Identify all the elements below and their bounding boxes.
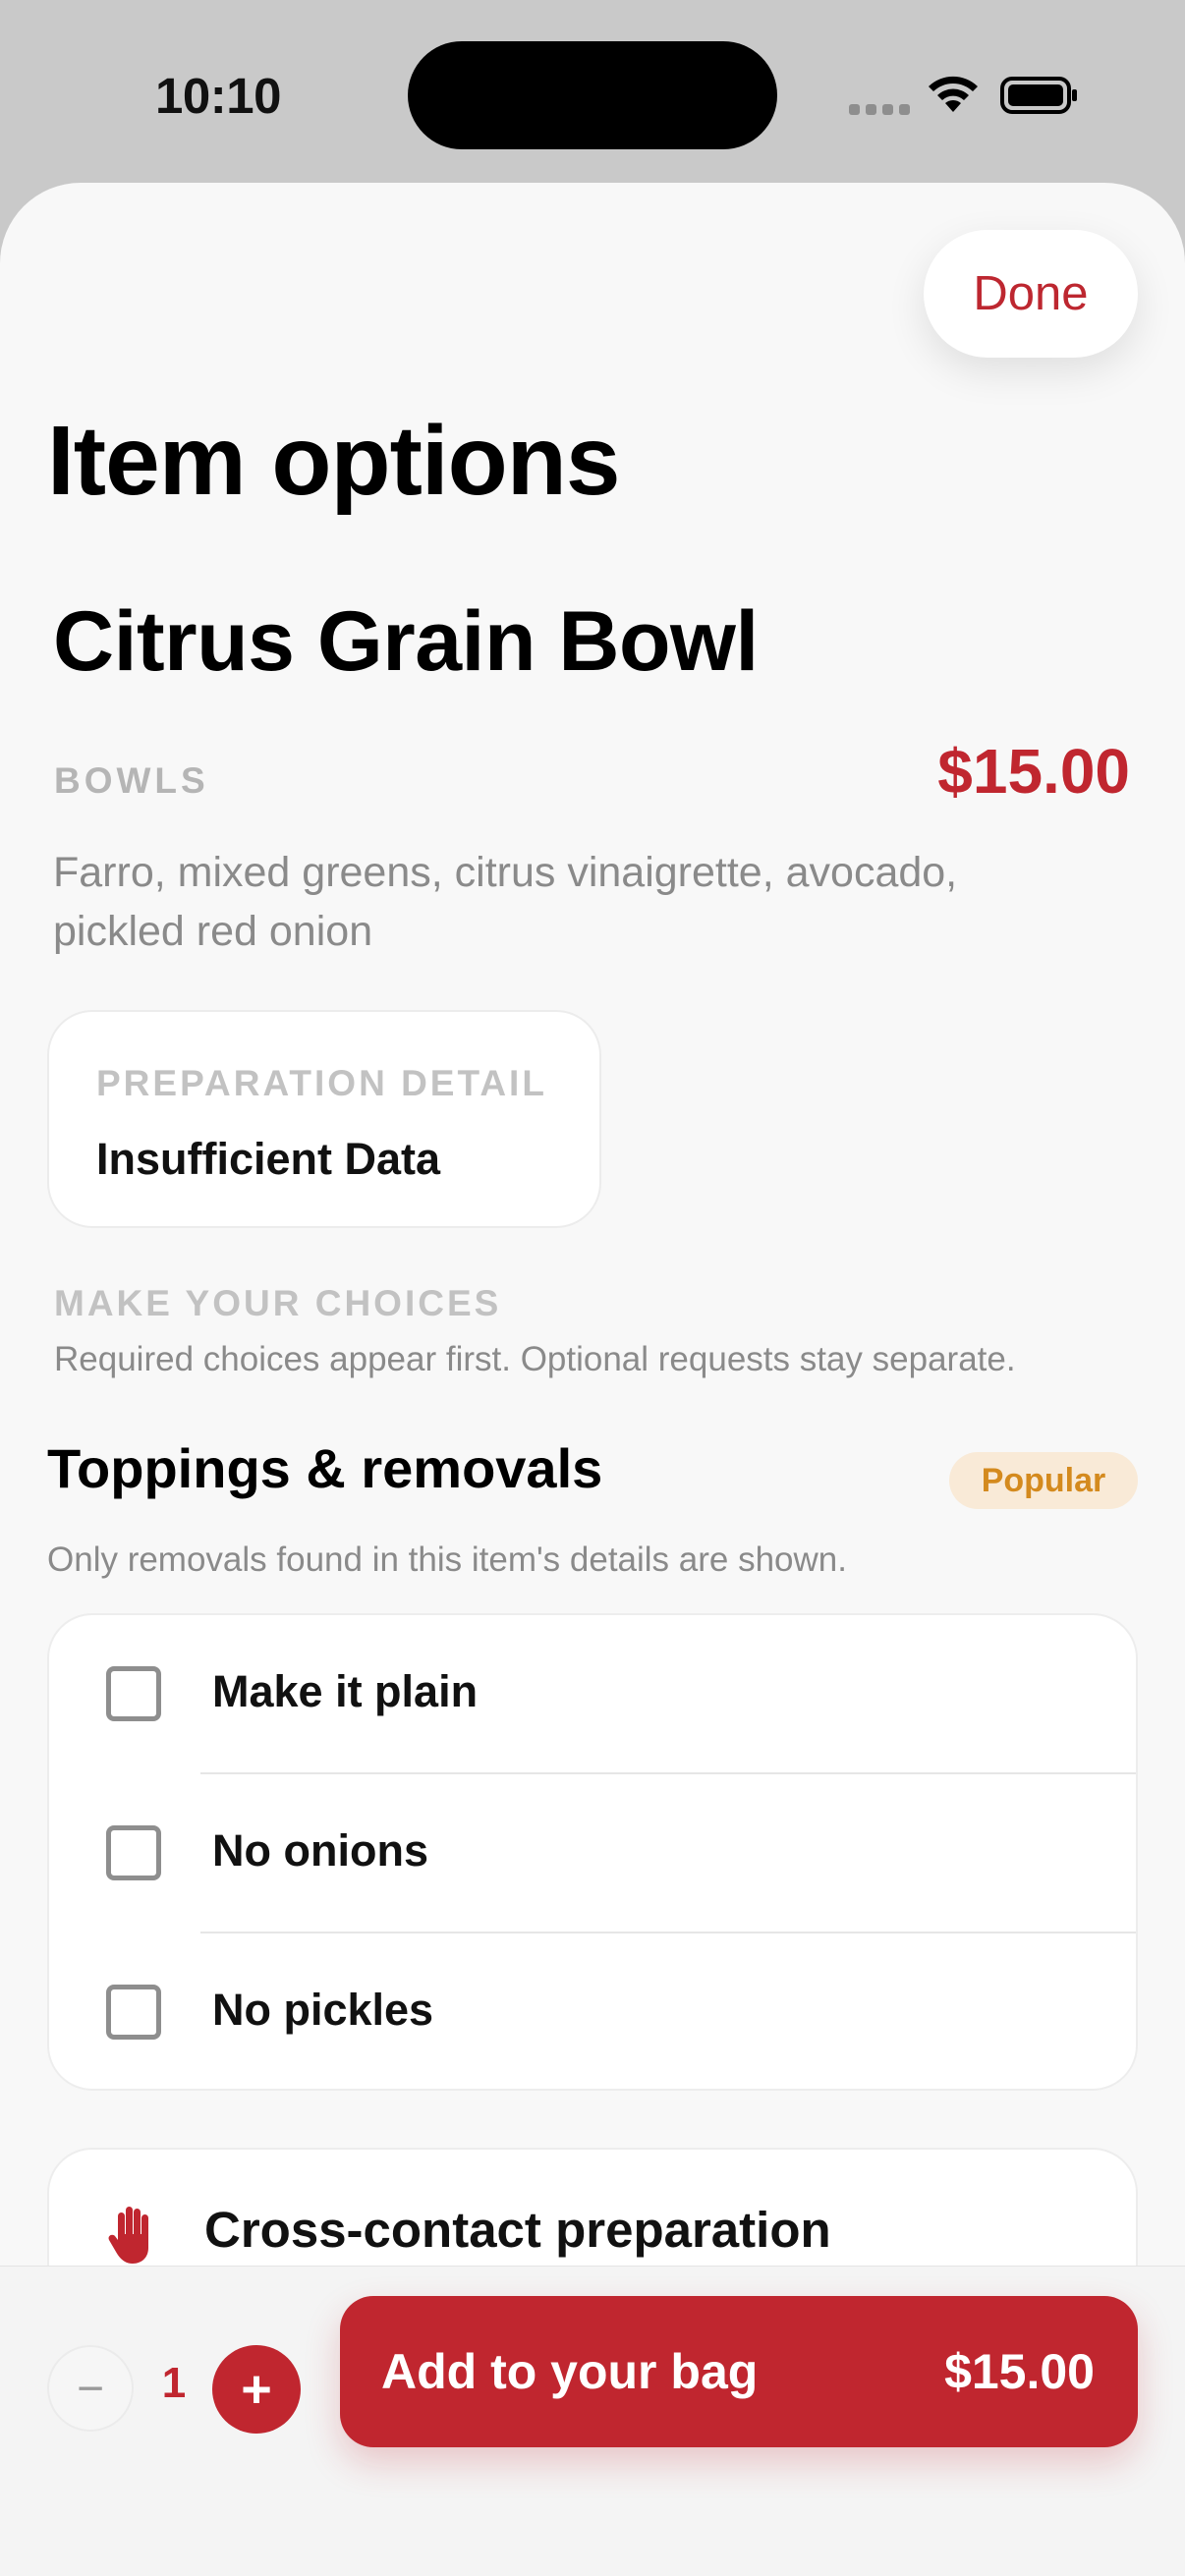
toppings-subtitle: Only removals found in this item's detai… xyxy=(47,1540,847,1579)
increase-quantity-button[interactable]: + xyxy=(212,2345,301,2434)
checkbox[interactable] xyxy=(106,1985,161,2040)
option-no-onions[interactable]: No onions xyxy=(49,1774,1136,1933)
choices-heading: MAKE YOUR CHOICES xyxy=(54,1283,502,1323)
quantity-value: 1 xyxy=(161,2359,187,2407)
toppings-section-title: Toppings & removals xyxy=(47,1437,603,1499)
item-name: Citrus Grain Bowl xyxy=(53,594,759,689)
wifi-icon xyxy=(929,76,978,112)
option-no-pickles[interactable]: No pickles xyxy=(49,1933,1136,2089)
option-label: No onions xyxy=(212,1825,428,1876)
cross-contact-label: Cross-contact preparation xyxy=(204,2202,831,2258)
add-to-bag-label: Add to your bag xyxy=(381,2344,759,2399)
checkbox[interactable] xyxy=(106,1666,161,1721)
option-label: No pickles xyxy=(212,1985,434,2035)
bottom-action-bar: − 1 + Add to your bag $15.00 xyxy=(0,2266,1185,2576)
preparation-detail-label: PREPARATION DETAIL xyxy=(96,1063,547,1103)
cellular-signal-icon xyxy=(849,104,910,115)
add-to-bag-button[interactable]: Add to your bag $15.00 xyxy=(340,2296,1138,2447)
decrease-quantity-button[interactable]: − xyxy=(47,2345,134,2432)
status-time: 10:10 xyxy=(155,68,281,124)
preparation-detail-value: Insufficient Data xyxy=(96,1134,441,1184)
item-options-sheet: Done Item options Citrus Grain Bowl BOWL… xyxy=(0,183,1185,2576)
hand-icon xyxy=(108,2207,148,2264)
option-make-it-plain[interactable]: Make it plain xyxy=(49,1615,1136,1774)
option-label: Make it plain xyxy=(212,1666,479,1716)
battery-icon xyxy=(1000,77,1077,114)
item-description: Farro, mixed greens, citrus vinaigrette,… xyxy=(53,849,958,955)
popular-badge: Popular xyxy=(949,1452,1138,1509)
app-screen: 10:10 Done Item options Citrus Grain Bow… xyxy=(0,0,1185,2576)
dynamic-island xyxy=(408,41,777,149)
toppings-options-list: Make it plain No onions No pickles xyxy=(47,1613,1138,2091)
page-title: Item options xyxy=(47,406,620,516)
item-price: $15.00 xyxy=(937,736,1130,807)
item-category: BOWLS xyxy=(54,760,209,801)
add-to-bag-price: $15.00 xyxy=(944,2344,1095,2399)
checkbox[interactable] xyxy=(106,1825,161,1880)
done-button[interactable]: Done xyxy=(924,230,1138,358)
preparation-detail-card: PREPARATION DETAIL Insufficient Data xyxy=(47,1010,601,1228)
choices-subtitle: Required choices appear first. Optional … xyxy=(54,1340,1016,1378)
